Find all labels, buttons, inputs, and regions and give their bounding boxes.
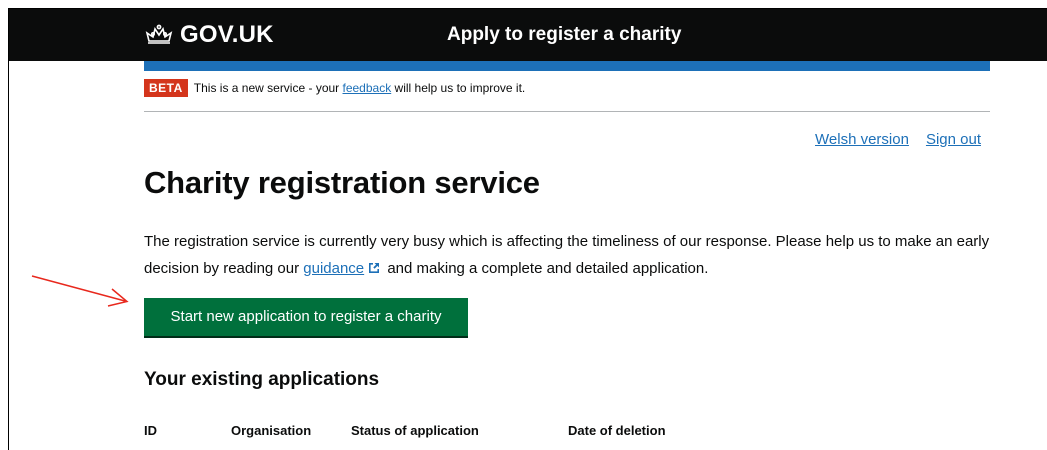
site-header: GOV.UK Apply to register a charity: [9, 9, 1047, 61]
column-header-organisation: Organisation: [231, 423, 312, 438]
start-new-application-button[interactable]: Start new application to register a char…: [144, 298, 468, 336]
phase-text-after: will help us to improve it.: [391, 81, 526, 95]
phase-banner: BETA This is a new service - your feedba…: [144, 79, 990, 112]
intro-paragraph: The registration service is currently ve…: [144, 228, 994, 282]
column-header-id: ID: [144, 423, 157, 438]
crown-icon: [145, 24, 173, 44]
phase-text-before: This is a new service - your: [193, 81, 343, 95]
page-frame: GOV.UK Apply to register a charity BETA …: [8, 8, 1047, 450]
service-name-link[interactable]: Apply to register a charity: [447, 24, 681, 46]
feedback-link[interactable]: feedback: [343, 81, 392, 95]
phase-banner-text: This is a new service - your feedback wi…: [194, 79, 525, 97]
column-header-date-of-deletion: Date of deletion: [568, 423, 666, 438]
guidance-link-text[interactable]: guidance: [303, 260, 364, 277]
intro-text-2: and making a complete and detailed appli…: [383, 260, 709, 277]
govuk-logo-link[interactable]: GOV.UK: [144, 21, 274, 49]
header-accent-bar: [144, 61, 990, 71]
guidance-link[interactable]: guidance: [303, 260, 383, 277]
logo-text: GOV.UK: [180, 21, 274, 48]
beta-tag: BETA: [144, 79, 188, 97]
account-links: Welsh version Sign out: [815, 131, 981, 148]
applications-table-header: ID Organisation Status of application Da…: [144, 423, 990, 450]
sign-out-link[interactable]: Sign out: [926, 131, 981, 148]
page-title: Charity registration service: [144, 165, 540, 200]
welsh-version-link[interactable]: Welsh version: [815, 131, 909, 148]
external-link-icon: [369, 263, 380, 273]
existing-applications-title: Your existing applications: [144, 369, 380, 390]
column-header-status: Status of application: [351, 423, 479, 438]
